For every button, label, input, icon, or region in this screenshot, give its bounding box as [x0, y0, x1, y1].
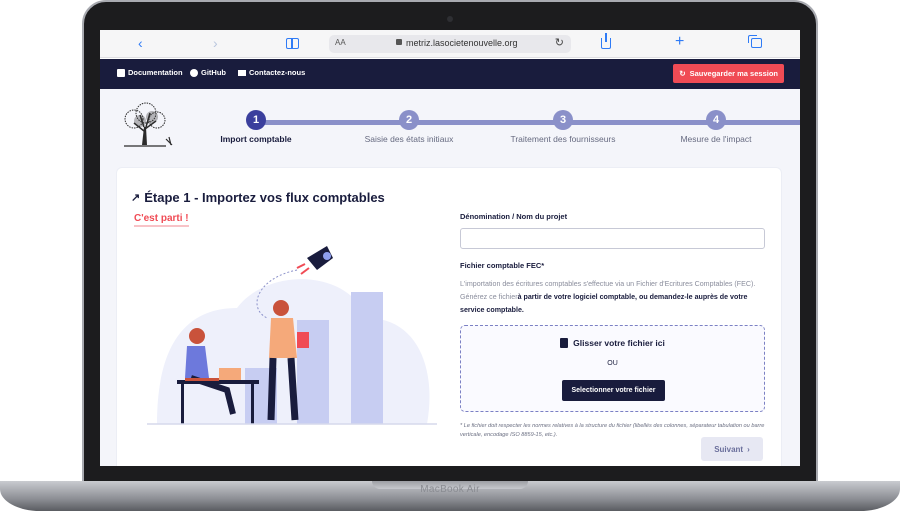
- browser-toolbar: ‹ › AA metriz.lasocietenouvelle.org ↻ +: [100, 30, 800, 58]
- camera: [447, 16, 453, 22]
- fec-description: L'importation des écritures comptables s…: [460, 278, 765, 317]
- doc-icon: [117, 68, 125, 77]
- file-dropzone[interactable]: Glisser votre fichier ici OU Selectionne…: [460, 325, 765, 412]
- file-plus-icon: [560, 338, 569, 348]
- app-navbar: Documentation GitHub Contactez-nous ↻ Sa…: [100, 59, 800, 89]
- plus-icon[interactable]: +: [675, 34, 684, 50]
- step-2[interactable]: 2 Saisie des états initiaux: [319, 110, 499, 144]
- page-subtitle: C'est parti !: [134, 213, 189, 227]
- dropzone-title-text: Glisser votre fichier ici: [573, 338, 665, 348]
- mail-icon: [238, 70, 246, 76]
- lock-icon: [396, 39, 402, 45]
- step-number: 2: [399, 110, 419, 130]
- save-session-label: Sauvegarder ma session: [689, 69, 778, 78]
- chevron-right-icon[interactable]: ›: [213, 35, 218, 51]
- laptop-hinge: [84, 466, 816, 482]
- project-name-label: Dénomination / Nom du projet: [460, 212, 568, 221]
- address-bar[interactable]: AA metriz.lasocietenouvelle.org ↻: [329, 35, 571, 53]
- import-form: Dénomination / Nom du projet Fichier com…: [460, 212, 765, 440]
- fec-label: Fichier comptable FEC*: [460, 261, 545, 270]
- next-button[interactable]: Suivant ›: [701, 437, 763, 461]
- save-session-button[interactable]: ↻ Sauvegarder ma session: [673, 64, 784, 83]
- reload-icon[interactable]: ↻: [555, 36, 564, 49]
- page-title: ↗ Étape 1 - Importez vos flux comptables: [131, 190, 385, 205]
- nav-documentation[interactable]: Documentation: [117, 68, 183, 77]
- nav-github[interactable]: GitHub: [190, 68, 226, 77]
- project-name-input[interactable]: [460, 228, 765, 249]
- page-content: 1 Import comptable 2 Saisie des états in…: [100, 89, 800, 466]
- nav-contact-label: Contactez-nous: [249, 68, 306, 77]
- nav-documentation-label: Documentation: [128, 68, 183, 77]
- step-label: Mesure de l'impact: [680, 134, 752, 144]
- next-button-label: Suivant: [714, 444, 744, 454]
- trend-icon: ↗: [131, 192, 141, 204]
- laptop-scene: MacBook Air ‹ › AA metriz.lasocietenouve…: [0, 0, 900, 517]
- step-4[interactable]: 4 Mesure de l'impact: [626, 110, 800, 144]
- chevron-right-icon: ›: [747, 444, 750, 454]
- share-icon[interactable]: [601, 33, 611, 49]
- model-label: MacBook Air: [420, 484, 480, 495]
- dropzone-title: Glisser votre fichier ici: [461, 338, 764, 348]
- chevron-left-icon[interactable]: ‹: [138, 35, 143, 51]
- reader-button[interactable]: AA: [335, 38, 346, 47]
- sync-icon: ↻: [679, 69, 686, 78]
- step-label: Saisie des états initiaux: [364, 134, 454, 144]
- tabs-icon[interactable]: [748, 35, 762, 48]
- step-number: 4: [706, 110, 726, 130]
- step-number: 1: [246, 110, 266, 130]
- step-number: 3: [553, 110, 573, 130]
- dropzone-or: OU: [607, 360, 618, 367]
- nav-contact[interactable]: Contactez-nous: [238, 68, 305, 77]
- select-file-button[interactable]: Selectionner votre fichier: [562, 380, 665, 401]
- url-text: metriz.lasocietenouvelle.org: [406, 38, 518, 48]
- step-card: ↗ Étape 1 - Importez vos flux comptables…: [116, 167, 782, 466]
- import-illustration: [147, 246, 437, 425]
- github-icon: [190, 68, 198, 77]
- page-title-text: Étape 1 - Importez vos flux comptables: [144, 190, 385, 205]
- screen: ‹ › AA metriz.lasocietenouvelle.org ↻ +: [100, 30, 800, 466]
- book-icon[interactable]: [286, 38, 299, 49]
- nav-github-label: GitHub: [201, 68, 226, 77]
